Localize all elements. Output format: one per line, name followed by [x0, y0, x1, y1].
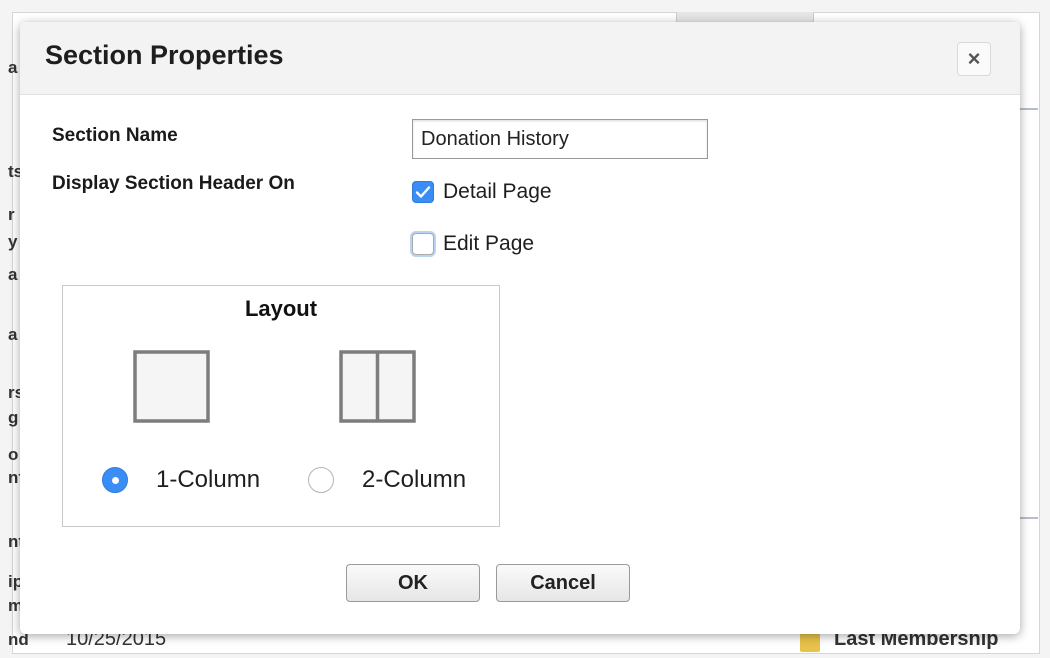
detail-page-checkbox[interactable] [412, 181, 434, 203]
background-text: r [8, 205, 15, 224]
display-header-label: Display Section Header On [52, 173, 295, 194]
section-name-input[interactable] [412, 119, 708, 159]
detail-page-label: Detail Page [443, 180, 552, 203]
section-name-label: Section Name [52, 125, 178, 146]
two-column-label: 2-Column [362, 466, 467, 493]
dialog-title: Section Properties [45, 40, 284, 70]
one-column-label: 1-Column [156, 466, 261, 493]
close-button[interactable]: × [957, 42, 991, 76]
layout-title: Layout [244, 296, 318, 321]
detail-page-option[interactable]: Detail Page [412, 178, 552, 206]
background-text: y [8, 232, 18, 251]
background-text: a [8, 325, 18, 344]
background-divider [1018, 517, 1038, 519]
one-column-option[interactable]: 1-Column [102, 466, 260, 494]
one-column-layout-icon[interactable] [133, 350, 211, 424]
edit-page-label: Edit Page [443, 232, 535, 255]
background-divider [1018, 108, 1038, 110]
dialog-header: Section Properties × [20, 22, 1020, 95]
close-icon: × [967, 46, 981, 71]
layout-panel: Layout 1-Column 2-Column [62, 285, 500, 527]
cancel-button[interactable]: Cancel [496, 564, 630, 602]
one-column-radio[interactable] [102, 467, 128, 493]
background-text: a [8, 265, 18, 284]
background-text: g [8, 408, 19, 427]
background-text: o [8, 445, 19, 464]
checkmark-icon [415, 186, 431, 198]
two-column-radio[interactable] [308, 467, 334, 493]
background-text: a [8, 58, 18, 77]
ok-button[interactable]: OK [346, 564, 480, 602]
two-column-option[interactable]: 2-Column [308, 466, 466, 494]
two-column-layout-icon[interactable] [339, 350, 417, 424]
section-properties-dialog: Section Properties × Section Name Displa… [20, 22, 1020, 634]
edit-page-checkbox[interactable] [412, 233, 434, 255]
background-folder-icon [800, 632, 820, 652]
edit-page-option[interactable]: Edit Page [412, 230, 534, 258]
